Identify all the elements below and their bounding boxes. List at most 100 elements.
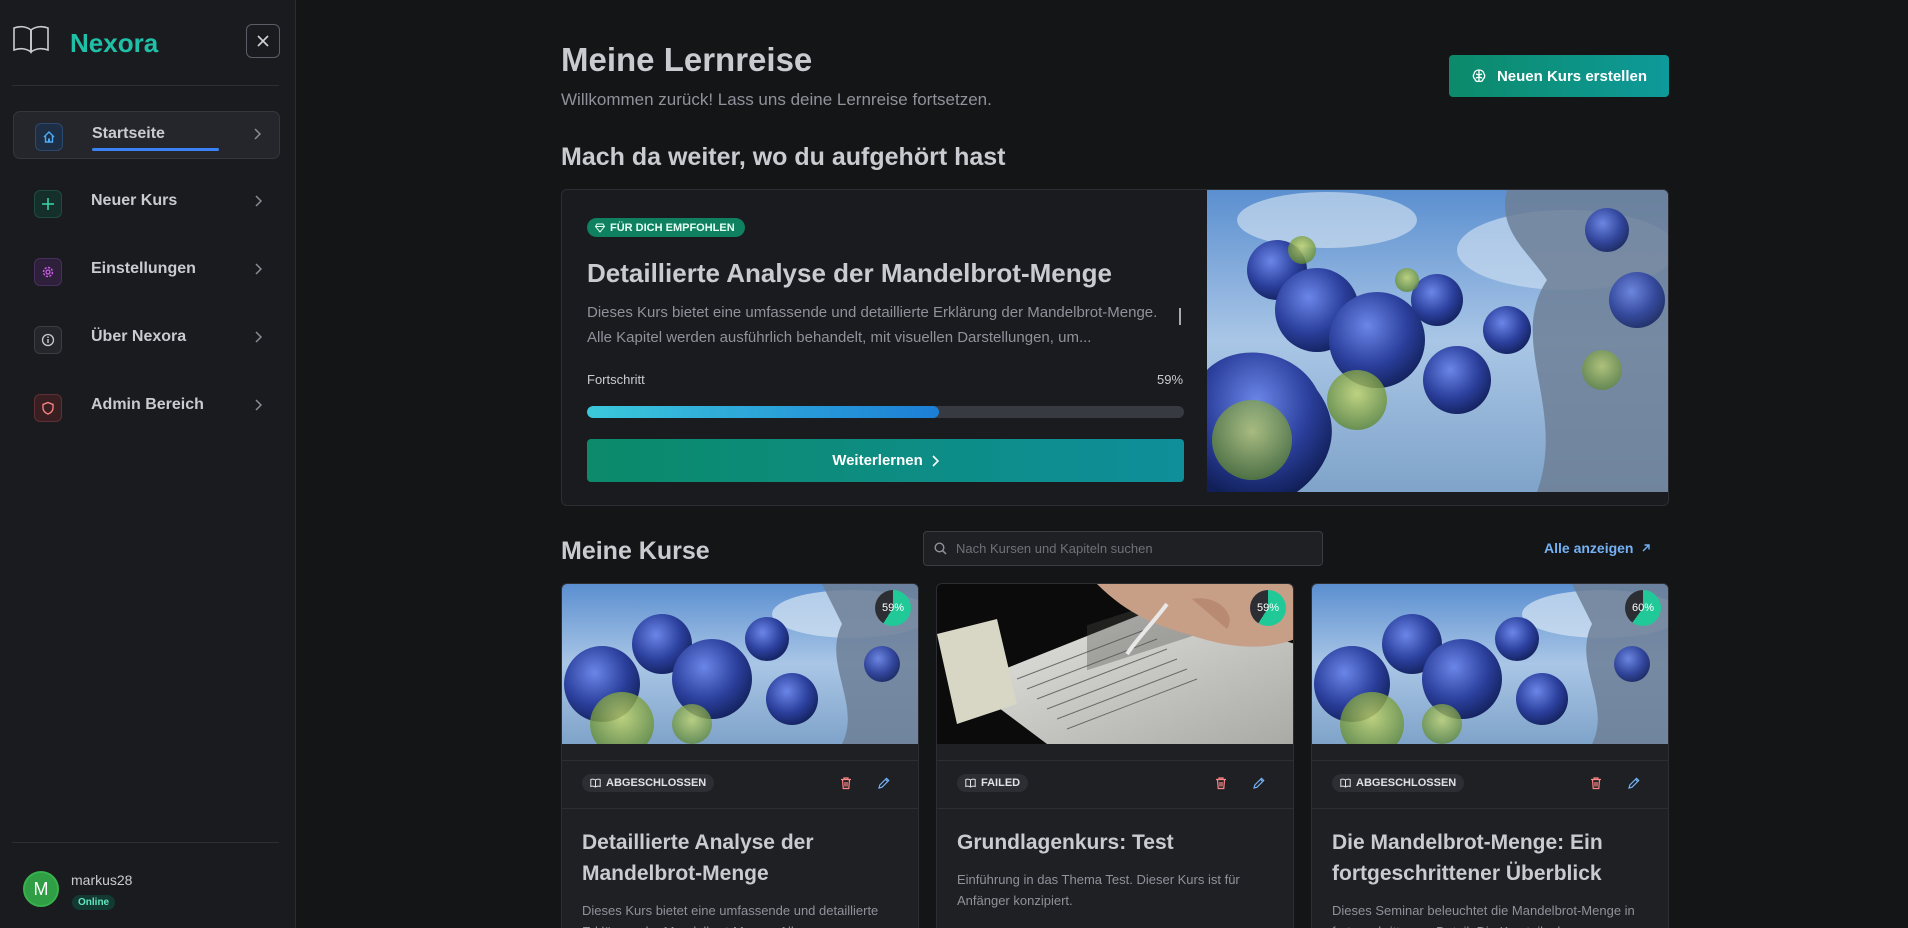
plus-icon [34,190,62,218]
course-card[interactable]: 59% FAILED Grundlagenkurs: Test Einführu… [936,583,1294,928]
course-title: Detaillierte Analyse der Mandelbrot-Meng… [582,831,814,885]
show-all-link[interactable]: Alle anzeigen [1544,540,1651,556]
divider [937,760,1293,761]
progress-bar-fill [587,406,940,418]
book-icon [965,778,976,788]
open-book-icon [13,25,49,54]
continue-learning-button[interactable]: Weiterlernen [587,439,1184,482]
progress-label: Fortschritt [587,372,645,387]
status-label: ABGESCHLOSSEN [1356,777,1457,789]
course-card[interactable]: 59% ABGESCHLOSSEN Detaillierte Analyse d… [561,583,919,928]
course-description: Einführung in das Thema Test. Dieser Kur… [957,872,1240,908]
page-title: Meine Lernreise [561,41,813,78]
sidebar-item-label: Einstellungen [91,260,196,277]
progress-percent: 59% [1157,372,1184,387]
app-root: Nexora Startseite Neuer Kurs Einstellung… [0,0,1908,928]
sidebar-item-label: Neuer Kurs [91,192,178,209]
course-grid: 59% ABGESCHLOSSEN Detaillierte Analyse d… [561,583,1669,928]
new-course-button[interactable]: Neuen Kurs erstellen [1449,55,1669,97]
recommended-badge-label: FÜR DICH EMPFOHLEN [610,221,735,234]
chevron-right-icon [932,454,939,467]
continue-learning-label: Weiterlernen [832,452,923,469]
sidebar-item-einstellungen[interactable]: Einstellungen [13,247,280,295]
course-description: Dieses Seminar beleuchtet die Mandelbrot… [1332,903,1635,928]
info-icon [34,326,62,354]
book-icon [1340,778,1351,788]
new-course-label: Neuen Kurs erstellen [1496,67,1648,85]
search-icon [934,542,947,555]
book-icon [590,778,601,788]
sidebar-item-ueber-nexora[interactable]: Über Nexora [13,315,280,363]
page-subtitle: Willkommen zurück! Lass uns deine Lernre… [561,90,992,109]
status-badge: Online [72,895,116,910]
course-title: Die Mandelbrot-Menge: Ein fortgeschritte… [1332,831,1603,885]
close-sidebar-button[interactable] [246,24,280,58]
chevron-right-icon [254,194,263,212]
chevron-right-icon [254,330,263,348]
brand-name: Nexora [70,28,159,58]
course-cover-image [562,584,918,744]
show-all-label: Alle anzeigen [1544,540,1634,556]
status-badge: ABGESCHLOSSEN [582,774,715,792]
featured-course-card[interactable]: FÜR DICH EMPFOHLEN Detaillierte Analyse … [561,189,1669,506]
user-profile[interactable]: M markus28 Online [23,871,132,910]
sidebar-item-label: Startseite [92,125,165,142]
avatar[interactable]: M [23,871,59,907]
progress-ring-label: 59% [1256,602,1280,614]
home-icon [35,123,63,151]
chevron-right-icon [254,262,263,280]
status-label: ABGESCHLOSSEN [606,777,707,789]
status-label: FAILED [981,777,1021,789]
progress-ring: 59% [875,590,911,626]
recommended-badge: FÜR DICH EMPFOHLEN [587,218,745,237]
course-description: Dieses Kurs bietet eine umfassende und d… [582,903,879,928]
course-cover-image [937,584,1293,744]
delete-icon[interactable] [1589,776,1603,790]
sidebar: Nexora Startseite Neuer Kurs Einstellung… [0,0,296,928]
gem-icon [595,223,605,233]
arrow-up-right-icon [1642,544,1651,552]
continue-section-title: Mach da weiter, wo du aufgehört hast [561,143,1006,171]
close-icon [257,35,269,47]
course-card[interactable]: 60% ABGESCHLOSSEN Die Mandelbrot-Menge: … [1311,583,1669,928]
edit-icon[interactable] [1627,776,1641,790]
active-indicator [92,148,219,151]
gear-icon [34,258,62,286]
progress-ring: 60% [1625,590,1661,626]
status-badge: ABGESCHLOSSEN [1332,774,1465,792]
delete-icon[interactable] [1214,776,1228,790]
my-courses-title: Meine Kurse [561,537,710,565]
sidebar-item-label: Über Nexora [91,328,187,345]
divider [1312,760,1668,761]
brain-icon [1472,69,1486,83]
course-cover-image [1207,190,1668,492]
brand[interactable]: Nexora [12,22,158,58]
edit-icon[interactable] [877,776,891,790]
progress-ring: 59% [1250,590,1286,626]
sidebar-item-startseite[interactable]: Startseite [13,111,280,159]
sidebar-item-neuer-kurs[interactable]: Neuer Kurs [13,179,280,227]
featured-course-description: Dieses Kurs bietet eine umfassende und d… [587,304,1158,346]
shield-icon [34,394,62,422]
chevron-right-icon [253,127,262,145]
progress-ring-label: 60% [1631,602,1655,614]
divider [1312,808,1668,809]
sidebar-item-label: Admin Bereich [91,396,204,413]
course-cover-image [1312,584,1668,744]
sidebar-item-admin-bereich[interactable]: Admin Bereich [13,383,280,431]
featured-course-title: Detaillierte Analyse der Mandelbrot-Meng… [587,258,1112,288]
progress-bar [587,406,1184,418]
course-title: Grundlagenkurs: Test [957,831,1174,854]
status-badge: FAILED [957,774,1029,792]
chevron-right-icon [254,398,263,416]
search-input[interactable] [956,541,1306,556]
edit-icon[interactable] [1252,776,1266,790]
username: markus28 [71,872,133,888]
divider [937,808,1293,809]
delete-icon[interactable] [839,776,853,790]
divider [12,85,279,86]
sidebar-nav: Startseite Neuer Kurs Einstellungen Über… [13,111,280,451]
text-cursor [1179,308,1181,325]
course-search[interactable] [923,531,1323,566]
divider [12,842,279,843]
